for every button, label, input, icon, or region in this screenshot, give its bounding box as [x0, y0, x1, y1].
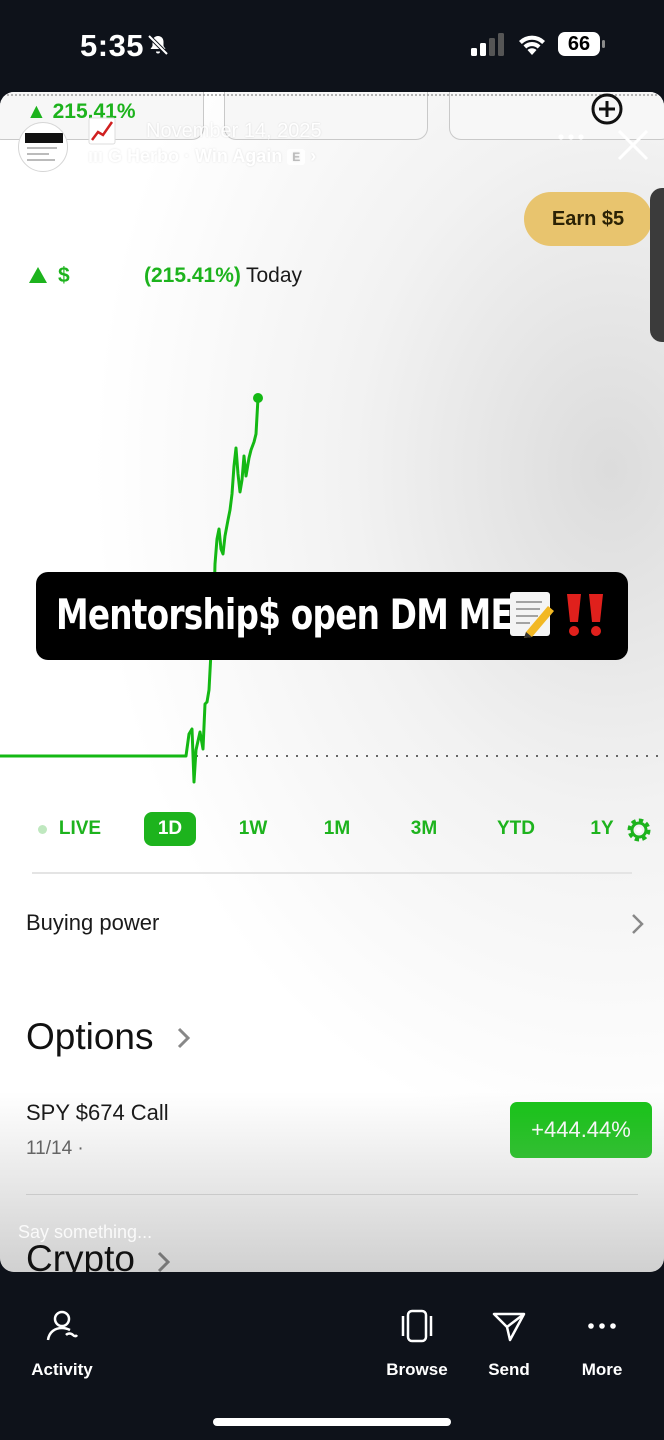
avatar[interactable] — [18, 122, 68, 172]
add-circle-icon[interactable] — [590, 92, 624, 126]
browse-cards-icon — [401, 1309, 433, 1343]
range-1m[interactable]: 1M — [312, 812, 362, 846]
story-viewer[interactable]: ▲ 215.41% November 14, 2025 ııı G Herbo … — [0, 92, 664, 1272]
more-dots-icon — [588, 1323, 616, 1329]
bell-muted-icon — [147, 34, 169, 56]
memo-emoji-icon — [510, 592, 554, 638]
divider — [26, 1194, 638, 1195]
range-live[interactable]: LIVE — [52, 812, 108, 846]
chevron-right-icon: › — [310, 146, 317, 166]
range-1y[interactable]: 1Y — [582, 812, 622, 846]
range-3m[interactable]: 3M — [398, 812, 450, 846]
wifi-icon — [519, 35, 545, 55]
range-selector: LIVE 1D 1W 1M 3M YTD 1Y — [0, 808, 664, 848]
send-icon — [492, 1312, 526, 1342]
double-exclamation-icon — [567, 594, 603, 636]
range-ytd[interactable]: YTD — [486, 812, 546, 846]
chevron-right-icon[interactable] — [156, 1250, 172, 1272]
up-triangle-icon — [29, 267, 47, 283]
caption-text: Mentorship$ open DM ME — [56, 590, 513, 639]
position-expiry: 11/14 · — [26, 1138, 84, 1159]
range-1w[interactable]: 1W — [228, 812, 278, 846]
top-percent: ▲ 215.41% — [26, 100, 136, 123]
gear-icon[interactable] — [626, 817, 652, 843]
nav-activity-label: Activity — [31, 1360, 93, 1379]
story-music[interactable]: ııı G Herbo · Win Again E › — [88, 146, 316, 167]
home-indicator[interactable] — [213, 1418, 451, 1426]
gain-dollar: $ — [58, 264, 70, 287]
options-title[interactable]: Options — [26, 1016, 154, 1058]
buying-power-label: Buying power — [26, 910, 160, 935]
chart-up-emoji-icon — [88, 117, 116, 145]
live-dot-icon — [38, 825, 47, 834]
explicit-badge: E — [287, 149, 306, 165]
more-dots-icon[interactable] — [556, 132, 586, 142]
crypto-title[interactable]: Crypto — [26, 1238, 135, 1272]
position-change-badge[interactable]: +444.44% — [510, 1102, 652, 1158]
nav-more-label: More — [581, 1360, 623, 1379]
chevron-right-icon — [632, 914, 644, 934]
signal-icon — [471, 33, 504, 56]
status-time: 5:35 — [80, 28, 145, 63]
divider — [32, 872, 632, 874]
reply-input[interactable]: Say something... — [18, 1222, 152, 1243]
side-panel-edge — [650, 188, 664, 342]
battery-level: 66 — [567, 33, 591, 55]
position-name[interactable]: SPY $674 Call — [26, 1100, 169, 1126]
person-activity-icon — [46, 1310, 79, 1341]
price-endpoint — [253, 393, 263, 403]
nav-more[interactable]: More — [547, 1308, 657, 1388]
earn-button[interactable]: Earn $5 — [524, 192, 652, 246]
story-progress-bar — [0, 94, 664, 98]
caption-banner: Mentorship$ open DM ME — [36, 572, 628, 660]
status-bar: 5:35 66 — [0, 0, 664, 92]
range-1d[interactable]: 1D — [144, 812, 196, 846]
buying-power-row[interactable]: Buying power — [0, 898, 664, 950]
music-bars-icon: ııı — [88, 146, 104, 166]
gain-period: Today — [246, 264, 303, 287]
chevron-right-icon[interactable] — [176, 1026, 192, 1050]
bottom-nav: Activity Browse Send More — [0, 1272, 664, 1440]
gain-percent: (215.41%) — [144, 264, 241, 287]
story-date: November 14, 2025 — [146, 120, 322, 142]
close-icon[interactable] — [616, 128, 650, 162]
nav-activity[interactable]: Activity — [7, 1308, 117, 1388]
